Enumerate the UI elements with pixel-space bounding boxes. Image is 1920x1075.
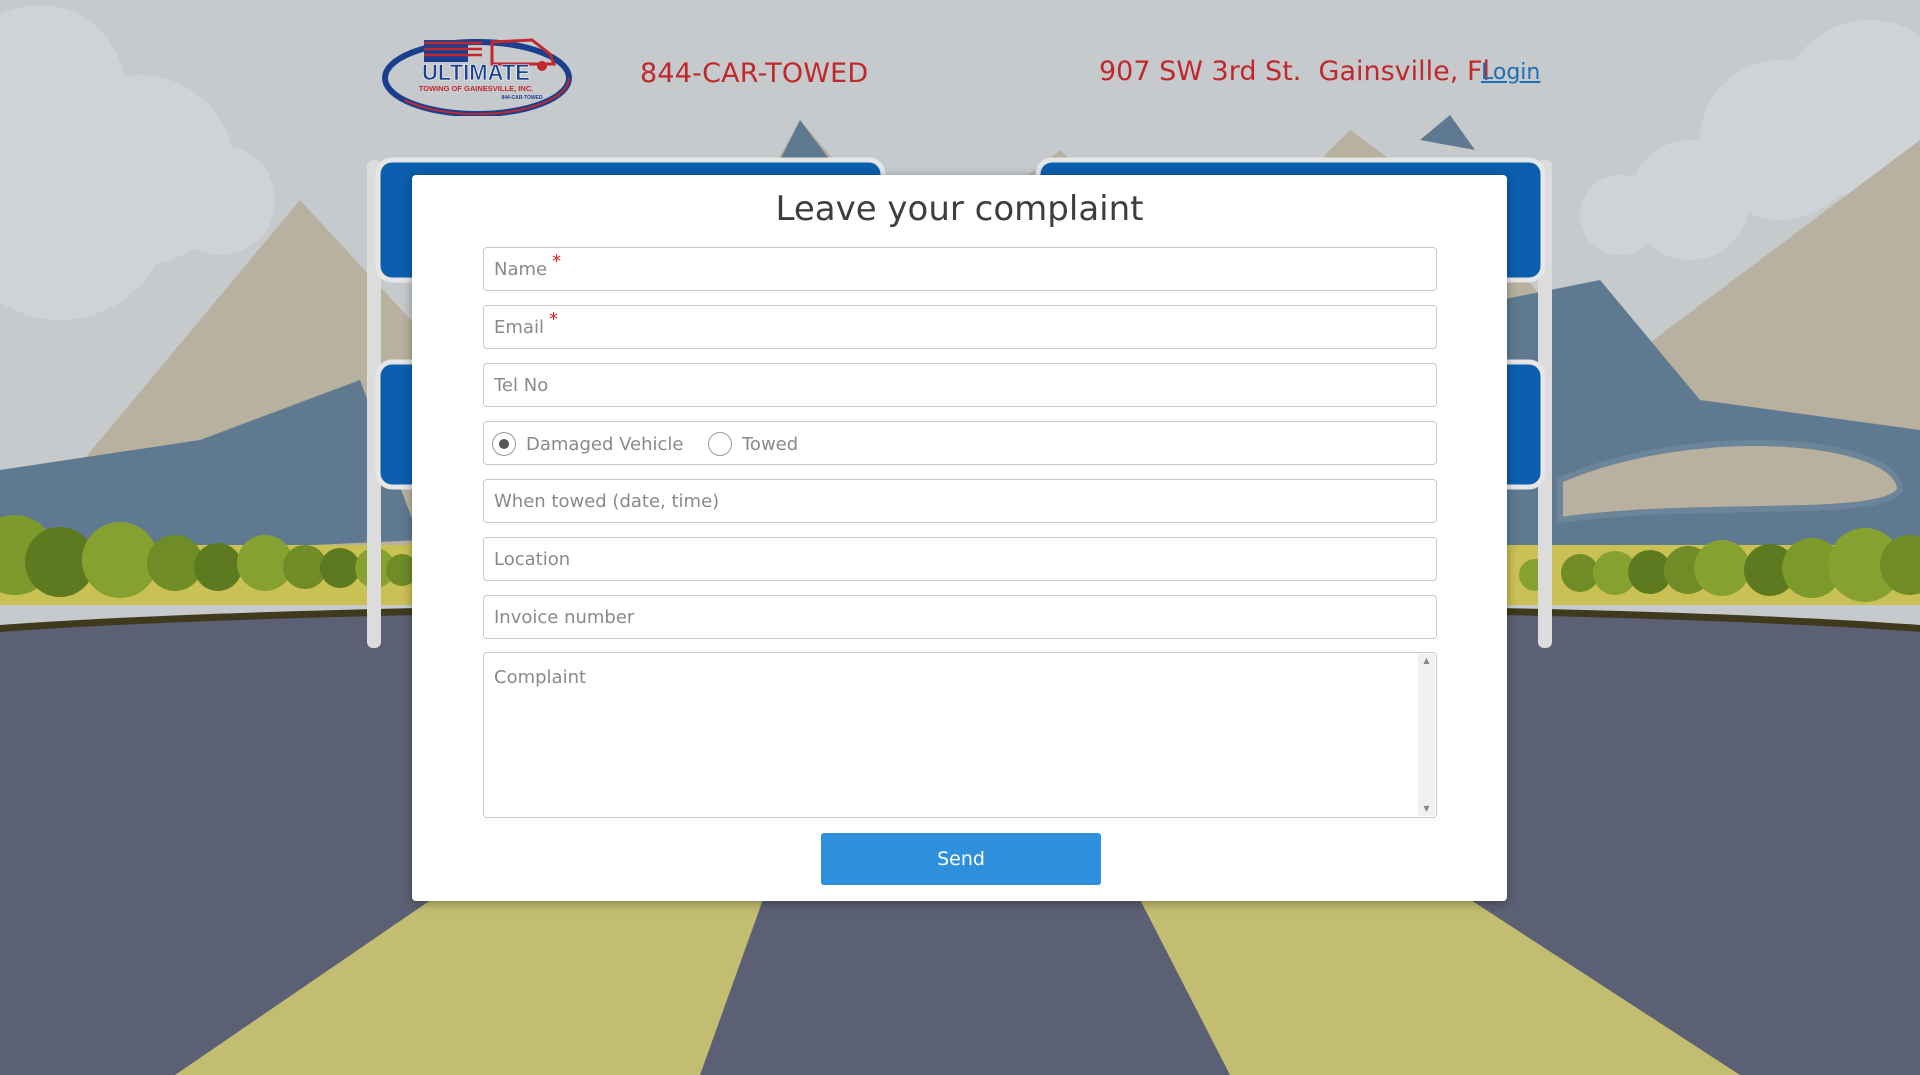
svg-text:TOWING OF GAINESVILLE, INC.: TOWING OF GAINESVILLE, INC.	[419, 84, 533, 93]
complaint-form-card: Leave your complaint Name * Email * Tel No…	[412, 175, 1507, 901]
textarea-scrollbar[interactable]: ▲ ▼	[1418, 654, 1435, 816]
radio-towed[interactable]: Towed	[708, 431, 798, 457]
tel-field[interactable]: Tel No	[483, 363, 1437, 407]
location-field[interactable]: Location	[483, 537, 1437, 581]
send-button[interactable]: Send	[821, 833, 1101, 885]
radio-damaged-vehicle[interactable]: Damaged Vehicle	[492, 431, 683, 457]
header-address: 907 SW 3rd St. Gainsville, Fl	[1099, 56, 1490, 87]
scroll-down-arrow-icon[interactable]: ▼	[1418, 802, 1435, 816]
radio-towed-label: Towed	[742, 433, 799, 455]
required-mark: *	[552, 251, 562, 272]
header-phone: 844-CAR-TOWED	[640, 58, 869, 89]
svg-text:ULTIMATE: ULTIMATE	[422, 60, 530, 85]
site-header: ULTIMATE TOWING OF GAINESVILLE, INC. 844…	[0, 0, 1920, 150]
tel-placeholder: Tel No	[494, 375, 549, 396]
required-mark: *	[548, 309, 558, 330]
location-placeholder: Location	[494, 549, 571, 570]
complaint-textarea[interactable]: Complaint ▲ ▼	[483, 652, 1437, 818]
when-towed-placeholder: When towed (date, time)	[494, 491, 720, 512]
email-placeholder: Email *	[494, 309, 558, 338]
invoice-placeholder: Invoice number	[494, 607, 635, 628]
name-field[interactable]: Name *	[483, 247, 1437, 291]
name-placeholder: Name *	[494, 251, 562, 280]
complaint-placeholder: Complaint	[494, 667, 587, 688]
form-title: Leave your complaint	[775, 189, 1144, 229]
radio-button-unchecked[interactable]	[708, 432, 732, 456]
invoice-number-field[interactable]: Invoice number	[483, 595, 1437, 639]
company-logo[interactable]: ULTIMATE TOWING OF GAINESVILLE, INC. 844…	[382, 34, 572, 116]
when-towed-field[interactable]: When towed (date, time)	[483, 479, 1437, 523]
email-field[interactable]: Email *	[483, 305, 1437, 349]
radio-damaged-label: Damaged Vehicle	[526, 433, 684, 455]
scroll-up-arrow-icon[interactable]: ▲	[1418, 654, 1435, 668]
radio-button-checked[interactable]	[492, 432, 516, 456]
svg-text:844-CAR-TOWED: 844-CAR-TOWED	[501, 95, 542, 101]
login-link[interactable]: Login	[1481, 60, 1540, 85]
vehicle-status-radio-group: Damaged Vehicle Towed	[483, 421, 1437, 465]
